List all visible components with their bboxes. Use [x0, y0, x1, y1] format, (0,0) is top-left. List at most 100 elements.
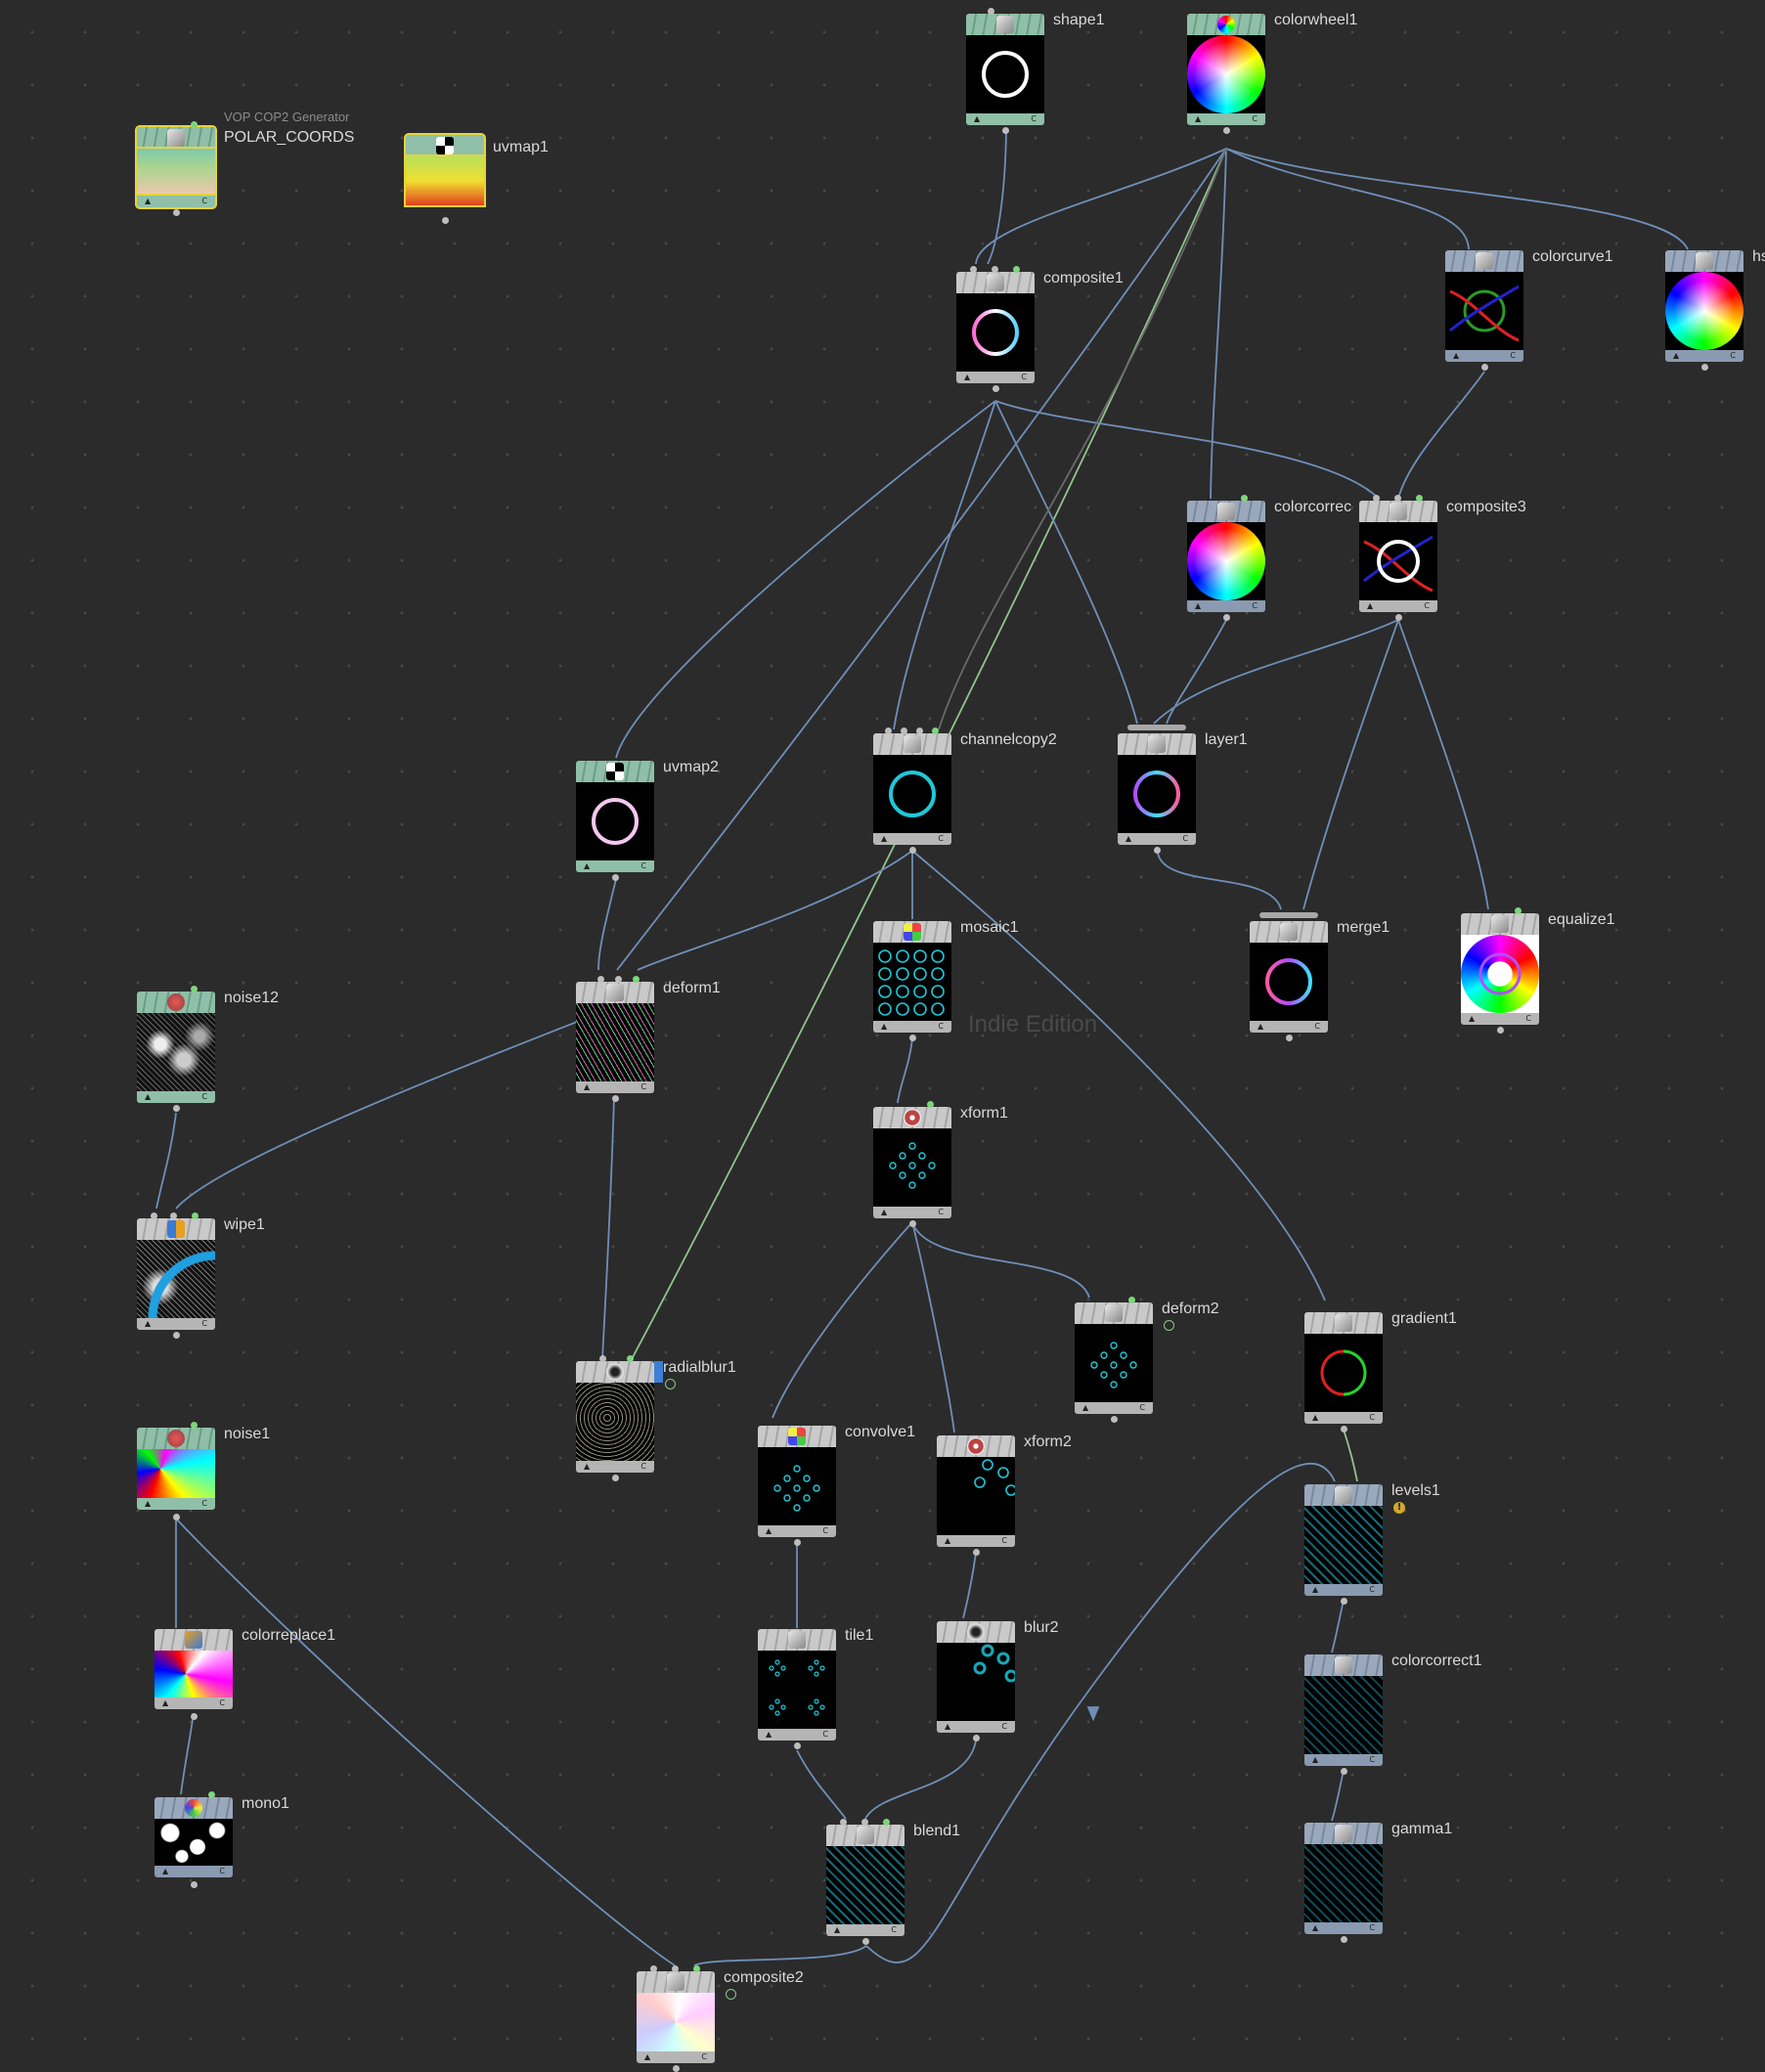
bypass-flag-icon[interactable]: ▲ [1195, 600, 1201, 612]
node-header[interactable] [576, 761, 654, 782]
display-flag-label[interactable]: C [938, 833, 944, 845]
bypass-flag-icon[interactable]: ▲ [1312, 1412, 1318, 1424]
output-port[interactable] [1002, 127, 1009, 134]
node-header[interactable] [576, 982, 654, 1003]
output-port[interactable] [1341, 1936, 1347, 1943]
display-flag-label[interactable]: C [1369, 1754, 1375, 1766]
bypass-flag-icon[interactable]: ▲ [584, 860, 590, 872]
display-flag-label[interactable]: C [219, 1866, 225, 1877]
render-flag-icon[interactable] [693, 1965, 700, 1972]
render-flag-icon[interactable] [883, 1819, 890, 1826]
render-flag-icon[interactable] [1128, 1297, 1135, 1303]
bypass-flag-icon[interactable]: ▲ [974, 113, 980, 125]
input-port[interactable] [861, 1819, 868, 1826]
display-flag-label[interactable]: C [201, 1498, 207, 1510]
display-flag-label[interactable]: C [1369, 1412, 1375, 1424]
display-flag-label[interactable]: C [1001, 1721, 1007, 1733]
bypass-flag-icon[interactable]: ▲ [145, 196, 151, 207]
bypass-flag-icon[interactable]: ▲ [881, 1207, 887, 1218]
node-header[interactable] [154, 1629, 233, 1651]
output-port[interactable] [993, 385, 999, 392]
input-port[interactable] [672, 1965, 679, 1972]
node-header[interactable] [873, 1107, 951, 1128]
node-header[interactable] [1187, 501, 1265, 522]
node-header[interactable] [1304, 1823, 1383, 1844]
render-flag-icon[interactable] [191, 1422, 198, 1429]
node-header[interactable] [137, 1218, 215, 1240]
node-header[interactable] [1461, 913, 1539, 935]
input-port[interactable] [970, 266, 977, 273]
bypass-flag-icon[interactable]: ▲ [1082, 1402, 1088, 1414]
node-header[interactable] [137, 1428, 215, 1449]
output-port[interactable] [973, 1735, 980, 1741]
display-flag-label[interactable]: C [822, 1525, 828, 1537]
output-port[interactable] [1701, 364, 1708, 371]
bypass-flag-icon[interactable]: ▲ [1195, 113, 1201, 125]
output-port[interactable] [173, 1105, 180, 1112]
bypass-flag-icon[interactable]: ▲ [766, 1525, 772, 1537]
display-flag-label[interactable]: C [201, 196, 207, 207]
input-port[interactable] [650, 1965, 657, 1972]
input-port[interactable] [988, 8, 994, 15]
node-header[interactable] [873, 921, 951, 943]
output-port[interactable] [1286, 1035, 1293, 1041]
node-header[interactable] [1075, 1302, 1153, 1324]
display-flag-label[interactable]: C [201, 1318, 207, 1330]
display-flag-label[interactable]: C [640, 1081, 646, 1093]
input-port[interactable] [597, 976, 604, 983]
display-flag-label[interactable]: C [201, 1091, 207, 1103]
output-port[interactable] [909, 1220, 916, 1227]
output-port[interactable] [191, 1713, 198, 1720]
display-flag-label[interactable]: C [1001, 1535, 1007, 1547]
bypass-flag-icon[interactable]: ▲ [964, 372, 970, 383]
bypass-flag-icon[interactable]: ▲ [881, 1021, 887, 1033]
render-flag-icon[interactable] [192, 1212, 199, 1219]
input-port[interactable] [170, 1212, 177, 1219]
output-port[interactable] [1341, 1426, 1347, 1433]
input-port[interactable] [151, 1212, 157, 1219]
display-flag-label[interactable]: C [1314, 1021, 1320, 1033]
node-header[interactable] [1445, 250, 1523, 272]
bypass-flag-icon[interactable]: ▲ [766, 1729, 772, 1741]
node-header[interactable] [758, 1629, 836, 1651]
render-flag-icon[interactable] [927, 1101, 934, 1108]
render-flag-icon[interactable] [1241, 495, 1248, 502]
output-port[interactable] [1154, 847, 1161, 854]
display-flag-label[interactable]: C [1730, 350, 1736, 362]
render-flag-icon[interactable] [1515, 907, 1522, 914]
bypass-flag-icon[interactable]: ▲ [1312, 1754, 1318, 1766]
display-flag-label[interactable]: C [219, 1697, 225, 1709]
output-port[interactable] [173, 209, 180, 216]
render-flag-icon[interactable] [191, 986, 198, 992]
bypass-flag-icon[interactable]: ▲ [1453, 350, 1459, 362]
node-header[interactable] [1665, 250, 1743, 272]
display-flag-label[interactable]: C [1252, 600, 1258, 612]
display-flag-label[interactable]: C [938, 1021, 944, 1033]
display-flag-label[interactable]: C [938, 1207, 944, 1218]
bypass-flag-icon[interactable]: ▲ [1469, 1013, 1475, 1025]
bypass-flag-icon[interactable]: ▲ [945, 1721, 950, 1733]
display-flag-label[interactable]: C [1424, 600, 1430, 612]
display-flag-label[interactable]: C [1525, 1013, 1531, 1025]
node-header[interactable] [137, 992, 215, 1013]
bypass-flag-icon[interactable]: ▲ [145, 1498, 151, 1510]
render-flag-icon[interactable] [191, 121, 198, 128]
output-port[interactable] [862, 1938, 869, 1945]
bypass-flag-icon[interactable]: ▲ [1367, 600, 1373, 612]
input-port[interactable] [1373, 495, 1380, 502]
output-port[interactable] [191, 1881, 198, 1888]
node-header[interactable] [937, 1621, 1015, 1643]
output-port[interactable] [794, 1742, 801, 1749]
node-polar-coords[interactable]: VOP COP2 Generator ▲ C POLAR_COORDS [137, 110, 354, 216]
input-port[interactable] [901, 727, 907, 734]
input-port[interactable] [615, 976, 622, 983]
input-port[interactable] [885, 727, 892, 734]
output-port[interactable] [612, 874, 619, 881]
input-port[interactable] [1394, 495, 1401, 502]
node-header[interactable] [637, 1971, 715, 1993]
output-port[interactable] [1481, 364, 1488, 371]
output-port[interactable] [612, 1095, 619, 1102]
node-header[interactable] [873, 733, 951, 755]
node-header[interactable] [406, 135, 484, 156]
bypass-flag-icon[interactable]: ▲ [145, 1318, 151, 1330]
